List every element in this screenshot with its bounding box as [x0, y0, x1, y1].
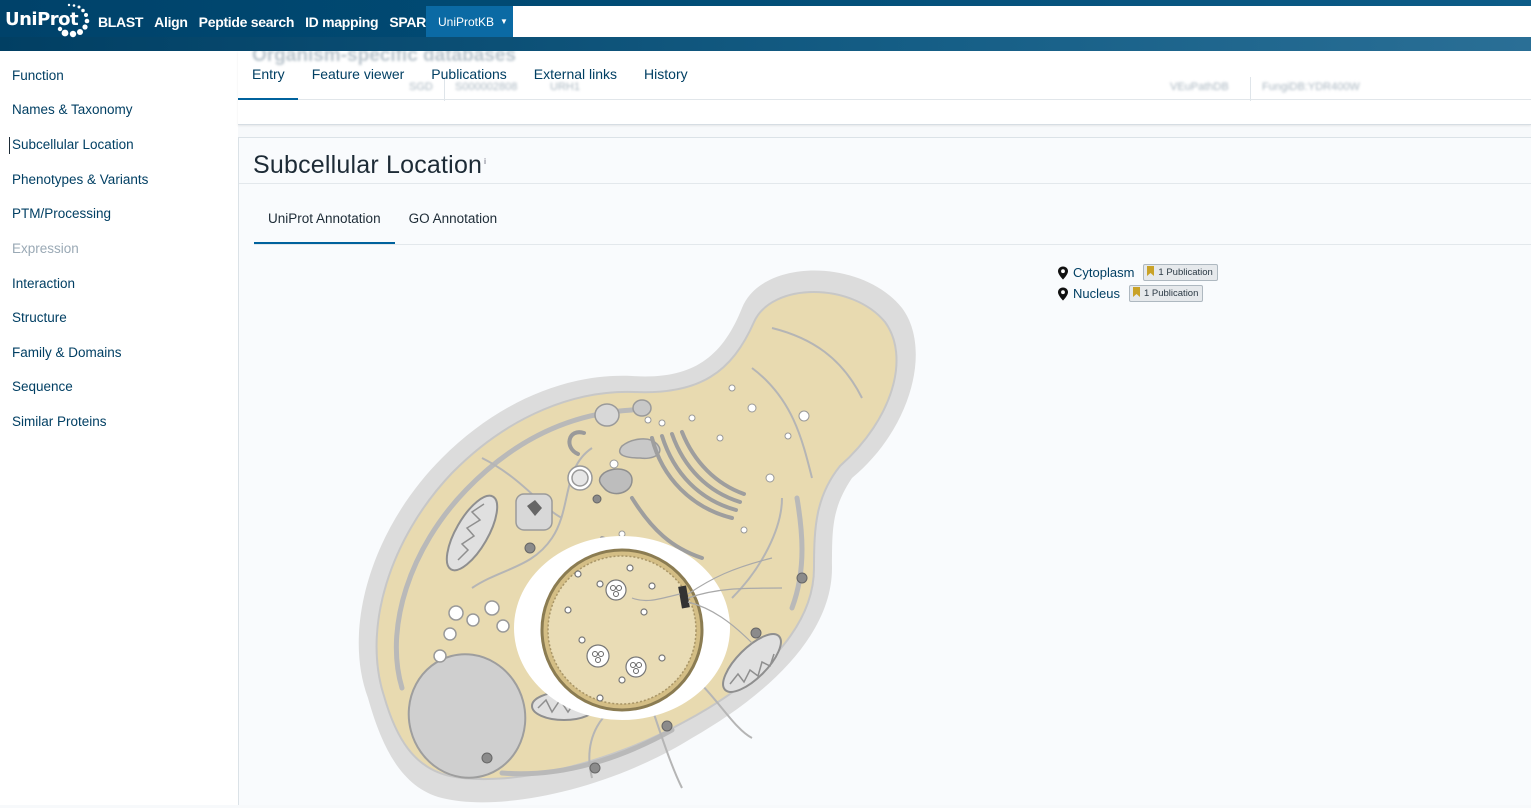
annotation-tab-bar: UniProt Annotation GO Annotation — [254, 211, 511, 244]
nav-blast[interactable]: BLAST — [98, 14, 143, 30]
info-marker[interactable]: i — [484, 157, 486, 166]
sidebar-item-subcellular-location[interactable]: Subcellular Location — [12, 137, 134, 152]
uniprot-logo[interactable]: UniProt — [5, 3, 90, 38]
background-cell: VEuPathDB — [1170, 81, 1229, 93]
nav-peptide-search[interactable]: Peptide search — [199, 14, 295, 30]
nav-id-mapping[interactable]: ID mapping — [305, 14, 379, 30]
database-select[interactable]: UniProtKB ▼ — [426, 6, 513, 37]
evidence-label: 1 Publication — [1143, 288, 1199, 299]
sidebar-item-phenotypes-variants[interactable]: Phenotypes & Variants — [12, 172, 148, 187]
sidebar-item-family-domains[interactable]: Family & Domains — [12, 345, 122, 360]
section-title: Subcellular Location i — [253, 151, 486, 180]
tab-history[interactable]: History — [630, 66, 701, 100]
top-navigation-bar: UniProt BLAST Align Peptide search ID ma… — [0, 0, 1531, 51]
sidebar-active-indicator — [9, 137, 10, 154]
background-section-heading: Organism-specific databases — [252, 51, 516, 66]
logo-dots-icon — [57, 3, 90, 38]
background-cell: FungiDB:YDR400W — [1262, 81, 1360, 93]
sidebar-item-function[interactable]: Function — [12, 68, 64, 83]
bookmark-icon — [1132, 287, 1140, 297]
database-select-label: UniProtKB — [438, 14, 495, 29]
header-stripe — [0, 37, 1531, 51]
evidence-label: 1 Publication — [1158, 267, 1213, 278]
sidebar-item-structure[interactable]: Structure — [12, 310, 67, 325]
sidebar-item-expression: Expression — [12, 241, 79, 256]
entry-sidebar: Function Names & Taxonomy Subcellular Lo… — [0, 51, 238, 805]
tab-external-links[interactable]: External links — [520, 66, 630, 100]
title-divider — [239, 183, 1531, 184]
map-pin-icon — [1058, 287, 1068, 300]
entry-tabs-card: Organism-specific databases SGD S0000028… — [238, 51, 1531, 125]
evidence-badge[interactable]: 1 Publication — [1128, 285, 1204, 302]
nucleus — [540, 548, 704, 712]
caret-down-icon: ▼ — [500, 17, 508, 26]
organelle-blob — [632, 399, 652, 417]
tab-feature-viewer[interactable]: Feature viewer — [298, 66, 418, 100]
tab-uniprot-annotation[interactable]: UniProt Annotation — [254, 211, 395, 244]
nav-align[interactable]: Align — [154, 14, 188, 30]
tab-entry[interactable]: Entry — [238, 66, 298, 100]
location-item-cytoplasm: Cytoplasm 1 Publication — [1057, 262, 1218, 283]
tab-go-annotation[interactable]: GO Annotation — [395, 211, 512, 244]
location-list: Cytoplasm 1 Publication Nucleus 1 Public… — [1057, 262, 1218, 304]
section-title-text: Subcellular Location — [253, 151, 483, 179]
location-item-nucleus: Nucleus 1 Publication — [1057, 283, 1218, 304]
sidebar-item-names-taxonomy[interactable]: Names & Taxonomy — [12, 102, 133, 117]
sidebar-item-similar-proteins[interactable]: Similar Proteins — [12, 414, 107, 429]
yeast-cell-diagram[interactable] — [332, 268, 932, 808]
background-divider — [1250, 77, 1251, 101]
annotation-tab-baseline — [254, 244, 1531, 245]
location-name[interactable]: Cytoplasm — [1073, 265, 1134, 280]
organelle-blob — [594, 403, 620, 427]
bookmark-icon — [1147, 266, 1155, 276]
location-name[interactable]: Nucleus — [1073, 286, 1120, 301]
sidebar-item-interaction[interactable]: Interaction — [12, 276, 75, 291]
evidence-badge[interactable]: 1 Publication — [1143, 264, 1218, 281]
sidebar-item-sequence[interactable]: Sequence — [12, 379, 73, 394]
tab-publications[interactable]: Publications — [417, 66, 520, 100]
map-pin-icon — [1058, 266, 1068, 279]
subcellular-location-section: Subcellular Location i UniProt Annotation… — [238, 137, 1531, 805]
main-nav: BLAST Align Peptide search ID mapping SP… — [98, 14, 456, 30]
entry-tab-bar: Entry Feature viewer Publications Extern… — [238, 66, 701, 100]
sidebar-item-ptm-processing[interactable]: PTM/Processing — [12, 206, 111, 221]
search-input[interactable] — [513, 6, 1531, 37]
